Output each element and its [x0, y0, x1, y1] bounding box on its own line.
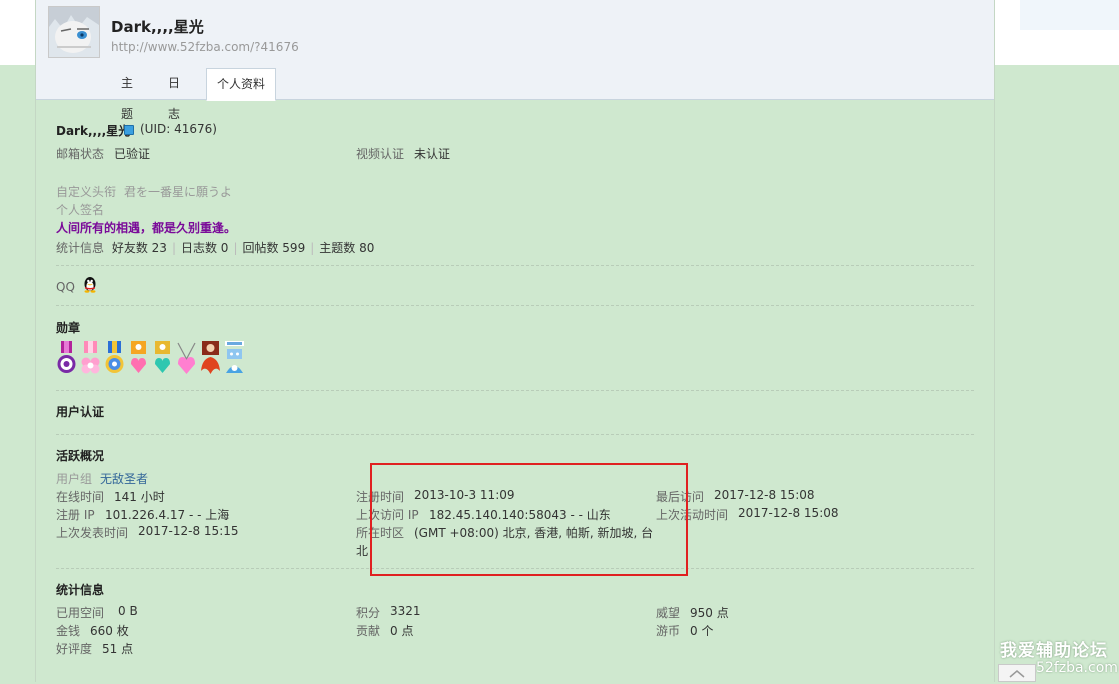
medal-heart-teal-icon[interactable]: [152, 341, 173, 375]
friends-count-link[interactable]: 好友数 23: [112, 241, 167, 255]
header-username: Dark,,,,星光: [111, 18, 204, 36]
last-active-value: 2017-12-8 15:08: [738, 506, 839, 520]
tab-threads[interactable]: 主题: [121, 68, 133, 121]
verified-badge-icon: [124, 125, 134, 135]
stats-summary-label: 统计信息: [56, 241, 105, 255]
replies-count-link[interactable]: 回帖数 599: [242, 241, 305, 255]
watermark-domain: 52fzba.com: [1036, 660, 1118, 676]
points-label: 积分: [356, 606, 381, 620]
money-label: 金钱: [56, 624, 81, 638]
contrib-label: 贡献: [356, 624, 381, 638]
profile-header: Dark,,,,星光 http://www.52fzba.com/?41676 …: [36, 0, 994, 121]
coins-label: 游币: [656, 624, 681, 638]
email-value: 已验证: [114, 147, 151, 161]
medal-purple-icon[interactable]: [56, 341, 77, 375]
section-divider: [56, 305, 974, 306]
money-value: 660 枚: [90, 624, 129, 638]
email-label: 邮箱状态: [56, 147, 105, 161]
section-divider: [56, 390, 974, 391]
online-time-value: 141 小时: [114, 490, 165, 504]
chevron-up-icon: [1009, 670, 1025, 678]
last-post-value: 2017-12-8 15:15: [138, 524, 239, 538]
header-profile-url[interactable]: http://www.52fzba.com/?41676: [111, 40, 299, 54]
medal-red-wing-icon[interactable]: [200, 341, 221, 375]
stats-summary: 统计信息 好友数 23 | 日志数 0 | 回帖数 599 | 主题数 80: [56, 239, 374, 256]
coins-value: 0 个: [690, 624, 714, 638]
threads-count-link[interactable]: 主题数 80: [319, 241, 374, 255]
medal-blue-gold-icon[interactable]: [104, 341, 125, 375]
reg-ip-label: 注册 IP: [56, 508, 95, 522]
verify-heading: 用户认证: [56, 405, 105, 419]
profile-card: Dark,,,,星光 http://www.52fzba.com/?41676 …: [35, 0, 995, 682]
watermark-title: 我爱辅助论坛: [1000, 641, 1108, 661]
top-right-box: [1020, 0, 1119, 30]
qq-penguin-icon[interactable]: [81, 275, 99, 293]
video-value: 未认证: [414, 147, 451, 161]
signature-text: 人间所有的相遇，都是久别重逢。: [56, 221, 237, 235]
prestige-label: 威望: [656, 606, 681, 620]
reg-ip-value: 101.226.4.17 - - 上海: [105, 508, 230, 522]
group-label: 用户组: [56, 472, 93, 486]
last-visit-value: 2017-12-8 15:08: [714, 488, 815, 502]
scroll-top-button[interactable]: [998, 664, 1036, 682]
section-divider: [56, 434, 974, 435]
tab-blogs[interactable]: 日志: [168, 68, 180, 121]
video-label: 视频认证: [356, 147, 405, 161]
activity-heading: 活跃概况: [56, 449, 105, 463]
divider: |: [233, 241, 238, 255]
last-post-label: 上次发表时间: [56, 526, 129, 540]
contrib-value: 0 点: [390, 624, 414, 638]
profile-uid: (UID: 41676): [140, 122, 217, 136]
space-value: 0 B: [118, 604, 138, 618]
divider: |: [310, 241, 315, 255]
section-divider: [56, 265, 974, 266]
group-value-link[interactable]: 无敌圣者: [100, 470, 148, 487]
qq-label: QQ: [56, 280, 75, 294]
stats-heading: 统计信息: [56, 583, 105, 597]
rating-label: 好评度: [56, 642, 93, 656]
avatar[interactable]: [48, 6, 100, 58]
medal-pink-flower-icon[interactable]: [80, 341, 101, 375]
medal-blue-mascot-icon[interactable]: [224, 341, 245, 375]
points-value: 3321: [390, 604, 421, 618]
profile-username: Dark,,,,星光: [56, 124, 131, 138]
divider: |: [171, 241, 176, 255]
signature-label: 个人签名: [56, 203, 105, 217]
tab-profile[interactable]: 个人资料: [206, 68, 276, 101]
highlight-box: [370, 463, 688, 576]
medal-pink-heart-necklace-icon[interactable]: [176, 341, 197, 375]
space-label: 已用空间: [56, 606, 105, 620]
custom-title-value: 君を一番星に願うよ: [124, 185, 233, 199]
online-time-label: 在线时间: [56, 490, 105, 504]
medal-heart-orange-icon[interactable]: [128, 341, 149, 375]
prestige-value: 950 点: [690, 606, 729, 620]
blogs-count-link[interactable]: 日志数 0: [181, 241, 228, 255]
medals-heading: 勋章: [56, 321, 81, 335]
timezone-value-wrap: 北: [356, 544, 369, 558]
rating-value: 51 点: [102, 642, 134, 656]
custom-title-label: 自定义头衔: [56, 185, 117, 199]
